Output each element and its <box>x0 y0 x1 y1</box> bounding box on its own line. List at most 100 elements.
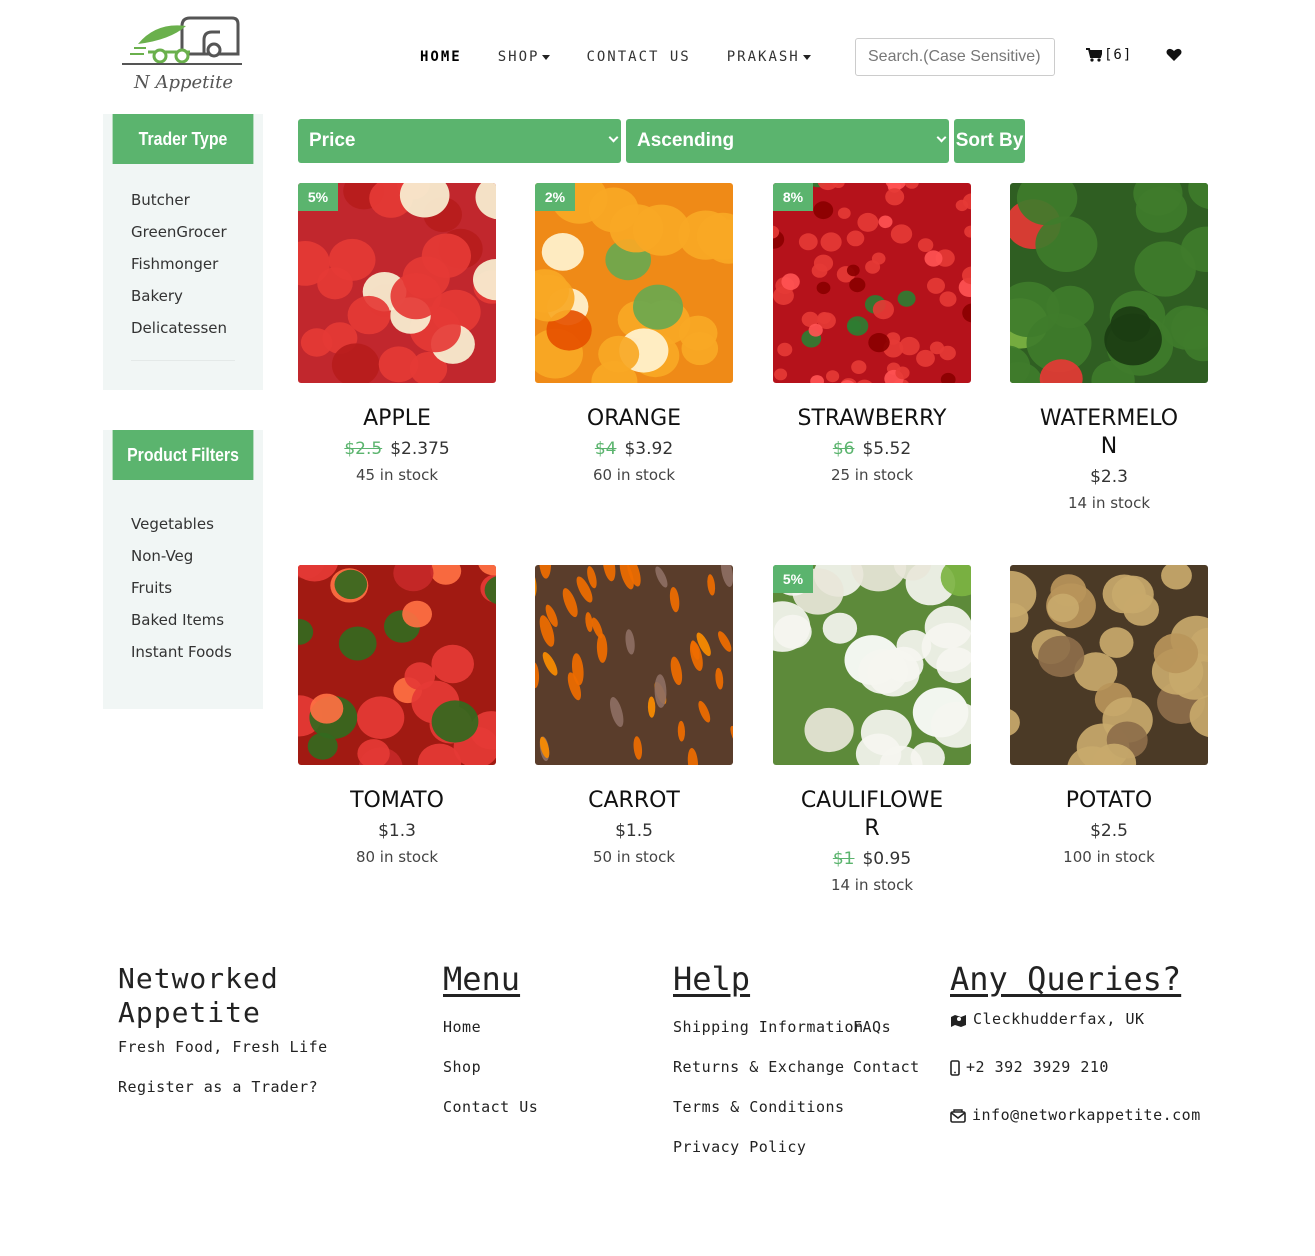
caret-down-icon <box>802 54 811 60</box>
sort-field-value: Price <box>309 130 356 151</box>
product-card[interactable]: POTATO $2.5 100 in stock <box>1010 565 1208 871</box>
cart-icon <box>1086 48 1102 62</box>
search-input[interactable] <box>855 38 1055 76</box>
product-price: $1.5 <box>535 819 733 843</box>
footer-menu-link[interactable]: Shop <box>443 1058 481 1076</box>
product-name[interactable]: WATERMELON <box>1010 405 1208 461</box>
product-price: $2.5 $2.375 <box>298 437 496 461</box>
current-price: $2.5 <box>1090 821 1128 841</box>
product-card[interactable]: TOMATO $1.3 80 in stock <box>298 565 496 871</box>
product-filter-item[interactable]: Vegetables <box>131 514 263 546</box>
sort-order-select[interactable]: Ascending <box>626 119 949 163</box>
discount-badge: 8% <box>773 183 813 211</box>
sort-by-button[interactable]: Sort By <box>954 119 1025 163</box>
footer-phone-text: +2 392 3929 210 <box>966 1058 1109 1076</box>
nav-shop[interactable]: SHOP <box>498 49 551 65</box>
footer-help-link[interactable]: Contact <box>853 1058 920 1076</box>
product-card[interactable]: 5% CAULIFLOWER $1 $0.95 14 in stock <box>773 565 971 899</box>
product-price: $4 $3.92 <box>535 437 733 461</box>
product-name[interactable]: CAULIFLOWER <box>773 787 971 843</box>
footer-queries-heading: Any Queries? <box>950 960 1182 998</box>
potatoes-image[interactable] <box>1010 565 1208 765</box>
stock-count: 14 in stock <box>830 876 914 894</box>
product-price: $2.5 <box>1010 819 1208 843</box>
footer-help-link[interactable]: FAQs <box>853 1018 891 1036</box>
cart-button[interactable]: [6] <box>1086 47 1132 63</box>
footer-help-link[interactable]: Privacy Policy <box>673 1138 806 1156</box>
product-photo <box>298 565 496 765</box>
product-filter-item[interactable]: Non-Veg <box>131 546 263 578</box>
stock-count: 45 in stock <box>355 466 439 484</box>
product-card[interactable]: 2% ORANGE $4 $3.92 60 in stock <box>535 183 733 489</box>
current-price: $5.52 <box>862 439 912 459</box>
product-price: $2.3 <box>1010 465 1208 489</box>
product-photo <box>535 183 733 383</box>
trader-type-item[interactable]: Butcher <box>131 190 263 222</box>
current-price: $1.5 <box>615 821 653 841</box>
wishlist-button[interactable] <box>1166 47 1182 66</box>
stock-count: 50 in stock <box>592 848 676 866</box>
current-price: $2.375 <box>390 439 450 459</box>
watermelons-image[interactable] <box>1010 183 1208 383</box>
original-price: $2.5 <box>344 439 383 459</box>
nav-shop-label: SHOP <box>497 49 540 65</box>
trader-type-item[interactable]: Delicatessen <box>131 318 263 350</box>
product-card[interactable]: 8% STRAWBERRY $6 $5.52 25 in stock <box>773 183 971 489</box>
nav-home[interactable]: HOME <box>420 49 462 65</box>
register-trader-link[interactable]: Register as a Trader? <box>118 1078 318 1096</box>
discount-badge: 5% <box>298 183 338 211</box>
stock-count: 25 in stock <box>830 466 914 484</box>
footer-brand: Networked Appetite <box>118 962 279 1030</box>
product-name[interactable]: POTATO <box>1010 787 1208 815</box>
product-name[interactable]: APPLE <box>298 405 496 433</box>
nav-user-label: PRAKASH <box>726 49 800 65</box>
product-photo <box>773 565 971 765</box>
trader-type-item[interactable]: Bakery <box>131 286 263 318</box>
product-photo <box>773 183 971 383</box>
footer-help-link[interactable]: Shipping Information <box>673 1018 864 1036</box>
trader-type-item[interactable]: GreenGrocer <box>131 222 263 254</box>
current-price: $3.92 <box>624 439 674 459</box>
footer-phone: +2 392 3929 210 <box>950 1058 1109 1076</box>
original-price: $1 <box>832 849 855 869</box>
footer-brand-line1: Networked <box>118 962 279 995</box>
product-card[interactable]: CARROT $1.5 50 in stock <box>535 565 733 871</box>
product-filters-panel: Product Filters Vegetables Non-Veg Fruit… <box>103 430 263 709</box>
oranges-image[interactable]: 2% <box>535 183 733 383</box>
site-logo[interactable]: N Appetite <box>120 14 244 98</box>
footer-menu-link[interactable]: Home <box>443 1018 481 1036</box>
carrots-image[interactable] <box>535 565 733 765</box>
product-filter-item[interactable]: Instant Foods <box>131 642 263 674</box>
trader-type-item[interactable]: Fishmonger <box>131 254 263 286</box>
nav-contact[interactable]: CONTACT US <box>586 49 690 65</box>
footer-tagline: Fresh Food, Fresh Life <box>118 1038 328 1056</box>
footer-help-link[interactable]: Terms & Conditions <box>673 1098 845 1116</box>
discount-badge: 2% <box>535 183 575 211</box>
footer-help-link[interactable]: Returns & Exchange <box>673 1058 845 1076</box>
product-card[interactable]: WATERMELON $2.3 14 in stock <box>1010 183 1208 517</box>
chevron-down-icon <box>936 132 947 143</box>
footer-email[interactable]: info@networkappetite.com <box>950 1106 1201 1124</box>
footer-menu-link[interactable]: Contact Us <box>443 1098 538 1116</box>
apples-image[interactable]: 5% <box>298 183 496 383</box>
product-filter-item[interactable]: Baked Items <box>131 610 263 642</box>
stock-count: 14 in stock <box>1067 494 1151 512</box>
nav-user-menu[interactable]: PRAKASH <box>727 49 811 65</box>
footer-address-text: Cleckhudderfax, UK <box>973 1010 1145 1028</box>
map-marker-icon <box>951 1014 966 1027</box>
product-card[interactable]: 5% APPLE $2.5 $2.375 45 in stock <box>298 183 496 489</box>
product-name[interactable]: TOMATO <box>298 787 496 815</box>
heart-icon <box>1166 48 1182 61</box>
product-photo <box>535 565 733 765</box>
sort-field-select[interactable]: Price <box>298 119 621 163</box>
product-name[interactable]: CARROT <box>535 787 733 815</box>
product-name[interactable]: STRAWBERRY <box>773 405 971 433</box>
trader-type-list: Butcher GreenGrocer Fishmonger Bakery De… <box>103 164 263 350</box>
original-price: $4 <box>594 439 617 459</box>
cauliflowers-image[interactable]: 5% <box>773 565 971 765</box>
product-filter-item[interactable]: Fruits <box>131 578 263 610</box>
product-name[interactable]: ORANGE <box>535 405 733 433</box>
tomatoes-image[interactable] <box>298 565 496 765</box>
strawberries-image[interactable]: 8% <box>773 183 971 383</box>
trader-type-heading: Trader Type <box>112 114 254 164</box>
